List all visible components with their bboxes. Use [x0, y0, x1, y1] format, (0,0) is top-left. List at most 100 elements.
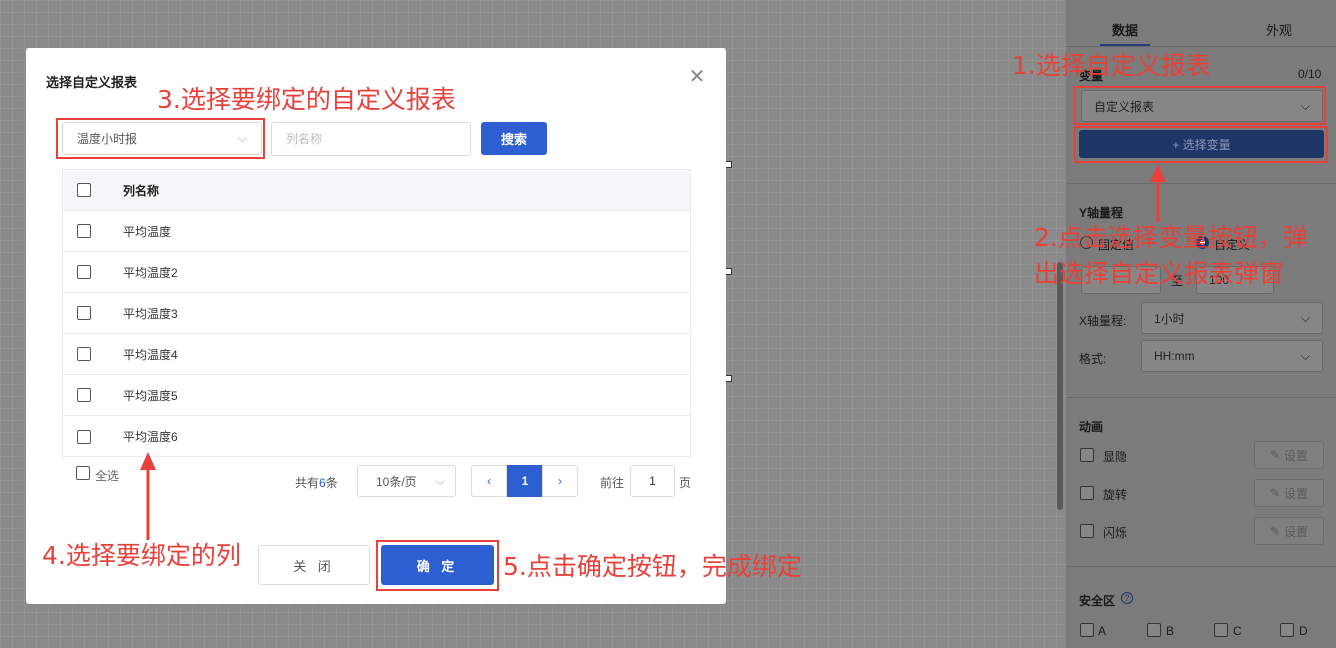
- table-row[interactable]: 平均温度4: [63, 334, 690, 375]
- page-unit-label: 页: [679, 476, 692, 490]
- y-range-title: Y轴量程: [1079, 206, 1124, 220]
- dialog-title: 选择自定义报表: [46, 75, 138, 90]
- canvas-scrollbar[interactable]: [1057, 262, 1063, 510]
- divider: [1066, 397, 1336, 398]
- table-header-row: 列名称: [63, 170, 690, 211]
- resize-handle[interactable]: [725, 268, 732, 275]
- safe-zone-label: B: [1166, 624, 1175, 638]
- column-table: 列名称 平均温度 平均温度2 平均温度3 平均温度4 平均温度5 平均温度6: [62, 169, 691, 457]
- divider: [1066, 46, 1336, 47]
- safe-zone-label: C: [1233, 624, 1242, 638]
- search-button[interactable]: 搜索: [481, 122, 547, 155]
- tab-appearance[interactable]: 外观: [1266, 20, 1292, 39]
- annotation-step1: 1.选择自定义报表: [1012, 51, 1211, 80]
- header-checkbox[interactable]: [77, 183, 91, 197]
- table-header-cell: 列名称: [123, 183, 160, 198]
- table-row[interactable]: 平均温度3: [63, 293, 690, 334]
- animation-set-button[interactable]: ✎ 设置: [1254, 517, 1324, 545]
- set-label: 设置: [1284, 524, 1309, 539]
- table-cell: 平均温度: [123, 224, 172, 239]
- total-count: 共有6条: [295, 474, 338, 491]
- goto-page-input[interactable]: [630, 465, 675, 497]
- total-prefix: 共有: [295, 476, 320, 490]
- table-cell: 平均温度5: [123, 388, 178, 403]
- row-checkbox[interactable]: [77, 429, 91, 444]
- row-checkbox[interactable]: [77, 224, 91, 238]
- safe-zone-label: A: [1098, 624, 1107, 638]
- animation-label-show: 显隐: [1103, 450, 1128, 464]
- annotation-box-report-select: [56, 118, 265, 159]
- total-suffix: 条: [325, 476, 338, 490]
- x-range-select[interactable]: 1小时 ⌵: [1141, 302, 1323, 334]
- safe-zone-checkbox[interactable]: [1214, 623, 1228, 637]
- annotation-step2-line1: 2.点击选择变量按钮，弹: [1034, 223, 1308, 252]
- row-checkbox[interactable]: [77, 388, 91, 402]
- annotation-step3: 3.选择要绑定的自定义报表: [157, 85, 456, 114]
- table-row[interactable]: 平均温度2: [63, 252, 690, 293]
- table-cell: 平均温度6: [123, 430, 178, 444]
- animation-set-button[interactable]: ✎ 设置: [1254, 479, 1324, 507]
- safe-zone-title: 安全区: [1079, 594, 1116, 608]
- safe-zone-checkbox[interactable]: [1080, 623, 1094, 637]
- chevron-right-icon: ›: [558, 474, 562, 488]
- safe-zone-label: D: [1299, 624, 1308, 638]
- page-size-select[interactable]: 10条/页 ⌵: [357, 465, 456, 497]
- goto-label: 前往: [600, 476, 625, 490]
- format-select[interactable]: HH:mm ⌵: [1141, 340, 1323, 372]
- format-value: HH:mm: [1154, 349, 1195, 363]
- table-cell: 平均温度2: [123, 265, 178, 280]
- select-all-label: 全选: [95, 469, 120, 483]
- variable-count: 0/10: [1298, 67, 1322, 81]
- animation-set-button[interactable]: ✎ 设置: [1254, 441, 1324, 469]
- row-checkbox[interactable]: [77, 347, 91, 361]
- page-size-value: 10条/页: [376, 474, 417, 489]
- annotation-box-confirm: [376, 540, 499, 591]
- resize-handle[interactable]: [725, 375, 732, 382]
- set-label: 设置: [1284, 486, 1309, 501]
- select-all-checkbox[interactable]: [76, 466, 90, 480]
- edit-icon: ✎: [1269, 486, 1281, 500]
- column-search-input[interactable]: [271, 122, 471, 156]
- annotation-step5: 5.点击确定按钮，完成绑定: [503, 552, 802, 581]
- annotation-box-variable-select: [1074, 86, 1326, 125]
- table-cell: 平均温度3: [123, 306, 178, 321]
- safe-zone-checkbox[interactable]: [1147, 623, 1161, 637]
- animation-label-rotate: 旋转: [1103, 488, 1128, 502]
- table-row[interactable]: 平均温度6: [63, 416, 690, 457]
- annotation-box-select-button: [1074, 126, 1328, 163]
- close-icon[interactable]: ✕: [686, 66, 708, 88]
- table-cell: 平均温度4: [123, 347, 178, 362]
- chevron-left-icon: ‹: [487, 474, 491, 488]
- animation-checkbox-show[interactable]: [1080, 448, 1094, 462]
- chevron-down-icon: ⌵: [435, 473, 445, 488]
- help-icon[interactable]: ?: [1121, 592, 1133, 604]
- close-button[interactable]: 关 闭: [258, 545, 370, 585]
- table-row[interactable]: 平均温度5: [63, 375, 690, 416]
- chevron-down-icon: ⌵: [1300, 348, 1310, 363]
- row-checkbox[interactable]: [77, 306, 91, 320]
- animation-title: 动画: [1079, 420, 1104, 434]
- resize-handle[interactable]: [725, 161, 732, 168]
- divider: [1066, 183, 1336, 184]
- edit-icon: ✎: [1269, 448, 1281, 462]
- annotation-step4: 4.选择要绑定的列: [42, 541, 241, 570]
- format-label: 格式:: [1079, 352, 1107, 366]
- total-number: 6: [319, 476, 326, 490]
- divider: [1066, 566, 1336, 567]
- animation-label-blink: 闪烁: [1103, 526, 1128, 540]
- chevron-down-icon: ⌵: [1300, 310, 1310, 325]
- set-label: 设置: [1284, 448, 1309, 463]
- row-checkbox[interactable]: [77, 265, 91, 279]
- page-button-current[interactable]: 1: [507, 465, 543, 497]
- safe-zone-checkbox[interactable]: [1280, 623, 1294, 637]
- table-row[interactable]: 平均温度: [63, 211, 690, 252]
- x-range-value: 1小时: [1154, 311, 1185, 326]
- prev-page-button[interactable]: ‹: [471, 465, 507, 497]
- next-page-button[interactable]: ›: [542, 465, 578, 497]
- annotation-step2-line2: 出选择自定义报表弹窗: [1034, 259, 1285, 288]
- edit-icon: ✎: [1269, 524, 1281, 538]
- tab-data[interactable]: 数据: [1112, 20, 1138, 39]
- x-range-label: X轴量程:: [1079, 314, 1127, 328]
- animation-checkbox-rotate[interactable]: [1080, 486, 1094, 500]
- animation-checkbox-blink[interactable]: [1080, 524, 1094, 538]
